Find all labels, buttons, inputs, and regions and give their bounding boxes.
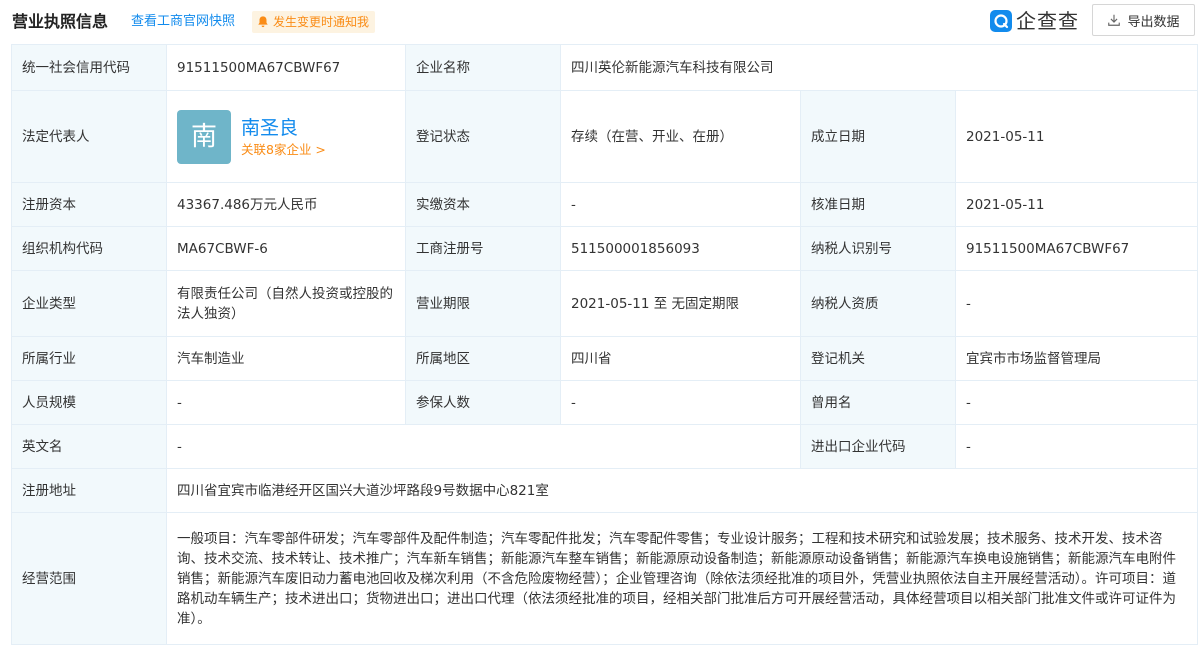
label-industry: 所属行业 [11, 336, 167, 381]
value-reg-address: 四川省宜宾市临港经开区国兴大道沙坪路段9号数据中心821室 [166, 468, 1198, 513]
label-former-name: 曾用名 [800, 380, 956, 425]
table-row: 所属行业 汽车制造业 所属地区 四川省 登记机关 宜宾市市场监督管理局 [11, 336, 1198, 381]
label-biz-term: 营业期限 [405, 270, 561, 337]
label-approval-date: 核准日期 [800, 182, 956, 227]
label-taxpayer-id: 纳税人识别号 [800, 226, 956, 271]
label-staff-size: 人员规模 [11, 380, 167, 425]
label-reg-authority: 登记机关 [800, 336, 956, 381]
value-biz-term: 2021-05-11 至 无固定期限 [560, 270, 801, 337]
avatar[interactable]: 南 [177, 109, 231, 164]
table-row: 法定代表人 南 南圣良 关联8家企业 > 登记状态 存续（在营、开业、在册） 成… [11, 90, 1198, 183]
label-region: 所属地区 [405, 336, 561, 381]
table-row: 英文名 - 进出口企业代码 - [11, 424, 1198, 469]
value-biz-reg-no: 511500001856093 [560, 226, 801, 271]
table-row: 企业类型 有限责任公司（自然人投资或控股的法人独资） 营业期限 2021-05-… [11, 270, 1198, 337]
section-title: 营业执照信息 [12, 12, 109, 31]
value-taxpayer-qual: - [955, 270, 1198, 337]
logo-text: 企查查 [1016, 9, 1079, 33]
value-english-name: - [166, 424, 801, 469]
value-org-code: MA67CBWF-6 [166, 226, 406, 271]
value-staff-size: - [166, 380, 406, 425]
label-reg-address: 注册地址 [11, 468, 167, 513]
value-company-type: 有限责任公司（自然人投资或控股的法人独资） [166, 270, 406, 337]
export-label: 导出数据 [1127, 14, 1180, 30]
value-import-export-code: - [955, 424, 1198, 469]
value-taxpayer-id: 91511500MA67CBWF67 [955, 226, 1198, 271]
label-company-name: 企业名称 [405, 44, 561, 91]
table-row: 注册资本 43367.486万元人民币 实缴资本 - 核准日期 2021-05-… [11, 182, 1198, 227]
snapshot-link[interactable]: 查看工商官网快照 [131, 13, 235, 31]
label-established: 成立日期 [800, 90, 956, 183]
label-reg-capital: 注册资本 [11, 182, 167, 227]
label-legal-rep: 法定代表人 [11, 90, 167, 183]
label-biz-scope: 经营范围 [11, 512, 167, 645]
value-reg-status: 存续（在营、开业、在册） [560, 90, 801, 183]
label-taxpayer-qual: 纳税人资质 [800, 270, 956, 337]
label-company-type: 企业类型 [11, 270, 167, 337]
table-row: 人员规模 - 参保人数 - 曾用名 - [11, 380, 1198, 425]
value-insured: - [560, 380, 801, 425]
value-former-name: - [955, 380, 1198, 425]
value-established: 2021-05-11 [955, 90, 1198, 183]
label-english-name: 英文名 [11, 424, 167, 469]
label-import-export-code: 进出口企业代码 [800, 424, 956, 469]
label-reg-status: 登记状态 [405, 90, 561, 183]
table-row: 统一社会信用代码 91511500MA67CBWF67 企业名称 四川英伦新能源… [11, 44, 1198, 91]
label-credit-code: 统一社会信用代码 [11, 44, 167, 91]
table-row: 注册地址 四川省宜宾市临港经开区国兴大道沙坪路段9号数据中心821室 [11, 468, 1198, 513]
table-row: 经营范围 一般项目：汽车零部件研发；汽车零部件及配件制造；汽车零配件批发；汽车零… [11, 512, 1198, 645]
value-biz-scope: 一般项目：汽车零部件研发；汽车零部件及配件制造；汽车零配件批发；汽车零配件零售；… [166, 512, 1198, 645]
label-org-code: 组织机构代码 [11, 226, 167, 271]
value-legal-rep: 南 南圣良 关联8家企业 > [166, 90, 406, 183]
value-approval-date: 2021-05-11 [955, 182, 1198, 227]
business-license-table: 统一社会信用代码 91511500MA67CBWF67 企业名称 四川英伦新能源… [11, 44, 1198, 645]
value-industry: 汽车制造业 [166, 336, 406, 381]
value-reg-capital: 43367.486万元人民币 [166, 182, 406, 227]
qichacha-logo: 企查查 [990, 7, 1079, 35]
related-companies-link[interactable]: 关联8家企业 > [241, 141, 326, 159]
label-paid-capital: 实缴资本 [405, 182, 561, 227]
notify-label: 发生变更时通知我 [273, 15, 370, 29]
export-data-button[interactable]: 导出数据 [1092, 4, 1195, 36]
change-notify-button[interactable]: 发生变更时通知我 [252, 11, 376, 33]
table-row: 组织机构代码 MA67CBWF-6 工商注册号 511500001856093 … [11, 226, 1198, 271]
label-biz-reg-no: 工商注册号 [405, 226, 561, 271]
value-paid-capital: - [560, 182, 801, 227]
legal-rep-name-link[interactable]: 南圣良 [241, 115, 326, 141]
bell-icon [258, 16, 268, 28]
download-icon [1108, 14, 1121, 26]
value-region: 四川省 [560, 336, 801, 381]
value-reg-authority: 宜宾市市场监督管理局 [955, 336, 1198, 381]
label-insured: 参保人数 [405, 380, 561, 425]
value-company-name: 四川英伦新能源汽车科技有限公司 [560, 44, 1198, 91]
value-credit-code: 91511500MA67CBWF67 [166, 44, 406, 91]
logo-icon [990, 10, 1012, 32]
section-header: 营业执照信息 查看工商官网快照 发生变更时通知我 企查查 导出数据 [0, 0, 1203, 44]
